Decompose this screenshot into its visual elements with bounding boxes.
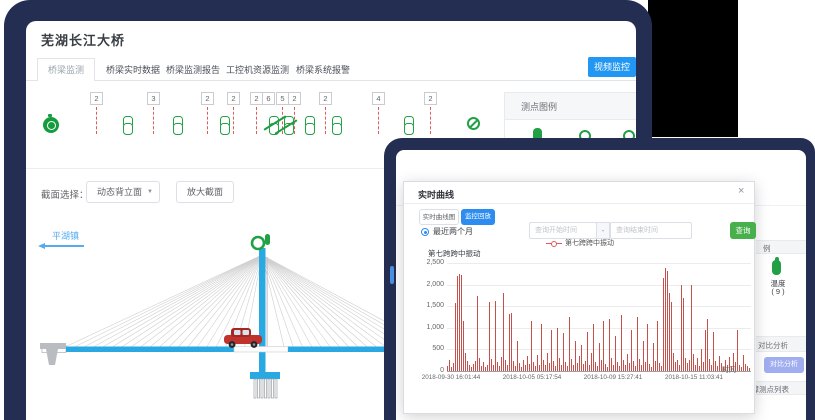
legend-panel-title: 测点图例 (505, 92, 636, 120)
stay-cable (262, 255, 358, 347)
sensor-count-badge: 6 (262, 92, 275, 105)
radio-label: 最近两个月 (433, 226, 473, 237)
tab-bridge-report[interactable]: 桥梁监测报告 (166, 63, 220, 76)
chevron-down-icon: ▼ (147, 182, 153, 202)
tower-top-sensor-icon[interactable] (252, 234, 270, 249)
deck-left (66, 347, 234, 353)
sensor-marker-line (256, 107, 257, 134)
sensor-count-badge: 2 (424, 92, 437, 105)
abutment (40, 343, 66, 365)
enlarge-section-button[interactable]: 放大截面 (176, 181, 234, 203)
dialog-header-divider (404, 203, 754, 204)
section-select-dropdown[interactable]: 动态背立面 ▼ (86, 181, 160, 203)
sensor-count-badge: 2 (201, 92, 214, 105)
temperature-count: ( 9 ) (766, 287, 790, 296)
tower-rear-line (267, 257, 268, 346)
compare-section-header: 对比分析 (756, 336, 806, 352)
scrollbar-thumb[interactable] (390, 266, 394, 284)
tab-realtime-curve[interactable]: 实时曲线图 (419, 209, 459, 225)
y-tick: 2,000 (408, 281, 444, 288)
chart-x-axis-title: 时间 (722, 365, 736, 375)
stay-cable (262, 255, 348, 347)
disabled-sensor-icon[interactable] (467, 117, 480, 130)
sensor-count-badge: 3 (147, 92, 160, 105)
tab-bridge-monitor[interactable]: 桥梁监测 (37, 58, 95, 81)
legend-panel-header-fragment: 例 (756, 240, 806, 254)
chart-plot-area (447, 263, 751, 371)
chart-y-axis-title: 第七跨跨中振动 (428, 248, 481, 259)
chain-sensor-icon[interactable] (123, 116, 132, 134)
dialog-title: 实时曲线 (418, 188, 454, 201)
page-title: 芜湖长江大桥 (41, 30, 125, 49)
legend-marker-icon (546, 241, 562, 246)
query-end-time-input[interactable] (610, 222, 692, 239)
sensor-count-badge: 2 (227, 92, 240, 105)
y-tick: 0 (408, 367, 444, 374)
stay-cable (262, 255, 404, 347)
chain-sensor-icon[interactable] (305, 116, 314, 134)
tabbar-divider (26, 80, 636, 81)
chart-legend[interactable]: 第七跨跨中振动 (404, 238, 756, 248)
x-tick: 2018-09-30 16:01:44 (411, 374, 491, 381)
sensor-count-badge: 2 (288, 92, 301, 105)
tab-monitor-playback[interactable]: 监控回放 (461, 209, 495, 225)
tab-bridge-realtime-data[interactable]: 桥梁实时数据 (106, 63, 160, 76)
x-tick: 2018-10-09 15:27:41 (573, 374, 653, 381)
stay-cable (262, 255, 330, 347)
pier-cap (250, 372, 280, 379)
chain-sensor-icon[interactable] (173, 116, 182, 134)
car (224, 328, 262, 348)
recent-two-months-radio[interactable] (421, 228, 429, 236)
stay-cable (262, 255, 339, 347)
sensor-marker-line (378, 107, 379, 134)
stay-cable (262, 255, 376, 347)
section-select-label: 截面选择： (41, 187, 89, 201)
stay-cable (198, 255, 262, 347)
sensor-marker-line (207, 107, 208, 134)
screen: 芜湖长江大桥 桥梁监测 桥梁实时数据 桥梁监测报告 工控机资源监测 桥梁系统报警… (0, 0, 815, 420)
close-icon[interactable]: × (738, 185, 744, 197)
bar (749, 368, 750, 371)
sensor-count-badge: 2 (319, 92, 332, 105)
video-monitor-button[interactable]: 视频监控 (588, 57, 636, 77)
y-tick: 500 (408, 345, 444, 352)
chain-sensor-icon[interactable] (332, 116, 341, 134)
y-tick: 1,500 (408, 302, 444, 309)
query-start-time-input[interactable] (529, 222, 597, 239)
sensor-marker-line (233, 107, 234, 134)
thermometer-icon (772, 260, 781, 275)
sensor-marker-line (325, 107, 326, 134)
x-tick: 2018-10-05 05:17:54 (492, 374, 572, 381)
background-black-region (648, 0, 738, 137)
bar-series (447, 263, 751, 371)
sensor-marker-line (96, 107, 97, 134)
chain-sensor-icon[interactable] (220, 116, 229, 134)
tab-bridge-system-alarm[interactable]: 桥梁系统报警 (296, 63, 350, 76)
deck-mid-segment (234, 347, 288, 353)
bar (495, 301, 496, 371)
fault-list-section-header: 故障测点列表 (756, 381, 806, 395)
sensor-marker-line (153, 107, 154, 134)
pier-piles (254, 379, 277, 398)
realtime-curve-dialog: 实时曲线 × 实时曲线图 监控回放 最近两个月 - 查询 第七跨跨中振动 第七跨… (403, 181, 755, 414)
query-button[interactable]: 查询 (730, 222, 756, 239)
chain-sensor-icon[interactable] (404, 116, 413, 134)
compare-analysis-button[interactable]: 对比分析 (764, 357, 804, 373)
x-tick: 2018-10-15 11:03:41 (654, 374, 734, 381)
section-select-value: 动态背立面 (97, 187, 142, 197)
sensor-count-badge: 2 (90, 92, 103, 105)
stay-cable (262, 255, 321, 347)
sensor-count-badge: 4 (372, 92, 385, 105)
sensor-marker-line (430, 107, 431, 134)
tab-ipc-resource-monitor[interactable]: 工控机资源监测 (226, 63, 289, 76)
stay-cable (262, 255, 394, 347)
x-axis-line (447, 371, 751, 372)
bridge-tower (259, 248, 266, 376)
date-range-separator: - (596, 222, 610, 239)
y-tick: 2,500 (408, 259, 444, 266)
y-tick: 1,000 (408, 324, 444, 331)
clock-sensor-icon[interactable] (43, 117, 59, 133)
